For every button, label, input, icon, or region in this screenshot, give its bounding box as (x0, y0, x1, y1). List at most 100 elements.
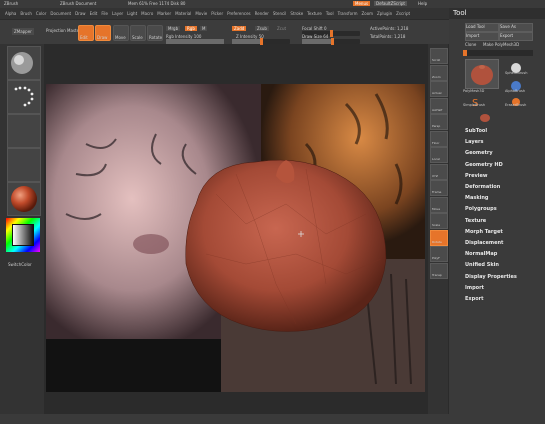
menu-item[interactable]: Preferences (227, 11, 251, 16)
subpalette-item[interactable]: Masking (465, 195, 489, 201)
texture-selector[interactable] (7, 148, 41, 182)
draw-button[interactable]: Draw (95, 25, 111, 41)
tool-name-1: SphereBrush (505, 71, 528, 75)
subpalette-item[interactable]: Export (465, 296, 484, 302)
subpalette-item[interactable]: Display Properties (465, 274, 517, 280)
menu-item[interactable]: Movie (195, 11, 207, 16)
draw-size-slider[interactable] (302, 38, 360, 45)
right-shelf-button[interactable]: Scroll (430, 48, 448, 64)
menu-item[interactable]: Transform (338, 11, 358, 16)
color-picker[interactable] (6, 218, 40, 252)
menu-item[interactable]: Color (36, 11, 46, 16)
menu-item[interactable]: Zplugin (377, 11, 392, 16)
subpalette-item[interactable]: Preview (465, 173, 488, 179)
zmapper-button[interactable]: ZMapper (12, 28, 34, 35)
menu-item[interactable]: Document (50, 11, 71, 16)
menu-item[interactable]: Material (175, 11, 191, 16)
menu-item[interactable]: Zscript (396, 11, 410, 16)
subpalette-item[interactable]: Texture (465, 218, 486, 224)
rgb-intensity-slider[interactable] (166, 39, 224, 44)
menu-item[interactable]: Tool (326, 11, 334, 16)
subpalette-item[interactable]: Geometry (465, 150, 493, 156)
menu-item[interactable]: Stroke (290, 11, 303, 16)
right-shelf-button[interactable]: Rotate (430, 229, 448, 246)
subpalette-item[interactable]: Import (465, 285, 484, 291)
z-intensity-slider[interactable] (232, 38, 290, 45)
export-button[interactable]: Export (499, 32, 533, 41)
switch-color-button[interactable]: SwitchColor (8, 262, 32, 267)
subpalette-item[interactable]: Layers (465, 139, 484, 145)
right-shelf-button[interactable]: AAHalf (430, 97, 448, 114)
rotate-button[interactable]: Rotate (147, 25, 163, 41)
zadd-toggle[interactable]: Zadd (232, 26, 247, 31)
menu-item[interactable]: Brush (20, 11, 32, 16)
save-as-button[interactable]: Save As (499, 23, 533, 32)
menu-item[interactable]: Stencil (273, 11, 287, 16)
right-shelf: Scroll Zoom Actual AAHalf Persp Floor Local XYZ… (428, 44, 448, 424)
right-shelf-button[interactable]: Persp (430, 114, 448, 130)
canvas-viewport[interactable] (46, 84, 425, 392)
right-shelf-button[interactable]: Actual (430, 81, 448, 97)
menu-item[interactable]: Draw (75, 11, 85, 16)
eraser-brush-thumbnail[interactable] (509, 92, 523, 106)
help-button[interactable]: Help (418, 1, 427, 6)
menus-button[interactable]: Menus (353, 1, 371, 6)
alpha-brush-thumbnail[interactable] (509, 77, 523, 91)
zcut-toggle[interactable]: Zcut (277, 26, 286, 31)
make-polymesh-button[interactable]: Make PolyMesh3D (483, 42, 519, 47)
simple-brush-thumbnail[interactable]: S (469, 92, 483, 109)
subpalette-item[interactable]: Displacement (465, 240, 503, 246)
alpha-selector[interactable] (7, 114, 41, 148)
right-shelf-button[interactable]: Move (430, 196, 448, 213)
menu-item[interactable]: Alpha (5, 11, 16, 16)
subpalette-item[interactable]: Geometry HD (465, 162, 503, 168)
menu-item[interactable]: Light (127, 11, 137, 16)
right-shelf-button[interactable]: Scale (430, 213, 448, 229)
subpalette-item[interactable]: Unified Skin (465, 262, 499, 268)
subpalette-item[interactable]: Deformation (465, 184, 500, 190)
default-zscript-button[interactable]: DefaultZScript (374, 1, 407, 6)
import-button[interactable]: Import (465, 32, 499, 41)
mrgb-toggle[interactable]: Mrgb (166, 26, 181, 31)
menu-item[interactable]: Render (255, 11, 269, 16)
subpalette-item[interactable]: NormalMap (465, 251, 497, 257)
menu-item[interactable]: File (101, 11, 108, 16)
current-tool-thumbnail[interactable] (465, 59, 499, 89)
right-shelf-button[interactable]: Floor (430, 130, 448, 147)
menu-item[interactable]: Zoom (362, 11, 374, 16)
zsub-toggle[interactable]: Zsub (255, 26, 269, 31)
menu-item[interactable]: Marker (157, 11, 171, 16)
right-shelf-button-label: Persp (432, 124, 441, 128)
subpalette-item[interactable]: SubTool (465, 128, 487, 134)
load-tool-button[interactable]: Load Tool (465, 23, 499, 32)
clone-button[interactable]: Clone (465, 42, 476, 47)
move-button[interactable]: Move (113, 25, 129, 41)
sphere-brush-thumbnail[interactable] (509, 59, 523, 73)
subpalette-item[interactable]: Morph Target (465, 229, 503, 235)
menu-item[interactable]: Edit (90, 11, 98, 16)
projection-master-button[interactable]: Projection Master (46, 28, 81, 33)
right-shelf-button-label: PolyF (432, 256, 440, 260)
m-toggle[interactable]: M (200, 26, 208, 31)
scale-button[interactable]: Scale (130, 25, 146, 41)
right-shelf-button[interactable]: Zoom (430, 64, 448, 81)
stroke-selector[interactable] (7, 80, 41, 114)
tool-slider[interactable] (463, 50, 533, 56)
rgb-toggle[interactable]: Rgb (185, 26, 197, 31)
menu-item[interactable]: Layer (112, 11, 123, 16)
brush-selector[interactable] (7, 46, 41, 80)
edit-button[interactable]: Edit (78, 25, 94, 41)
right-shelf-button[interactable]: Frame (430, 180, 448, 196)
right-shelf-button[interactable]: Transp (430, 262, 448, 279)
menu-item[interactable]: Texture (307, 11, 322, 16)
menu-item[interactable]: Picker (211, 11, 223, 16)
right-shelf-button[interactable]: PolyF (430, 246, 448, 262)
right-shelf-button[interactable]: XYZ (430, 163, 448, 180)
right-shelf-button[interactable]: Local (430, 147, 448, 163)
selected-tool-small[interactable] (479, 108, 491, 122)
right-shelf-button-label: Frame (432, 190, 442, 194)
total-points: TotalPoints: 1,218 (370, 34, 406, 39)
menu-item[interactable]: Macro (141, 11, 153, 16)
material-selector[interactable] (7, 182, 41, 216)
subpalette-item[interactable]: Polygroups (465, 206, 497, 212)
